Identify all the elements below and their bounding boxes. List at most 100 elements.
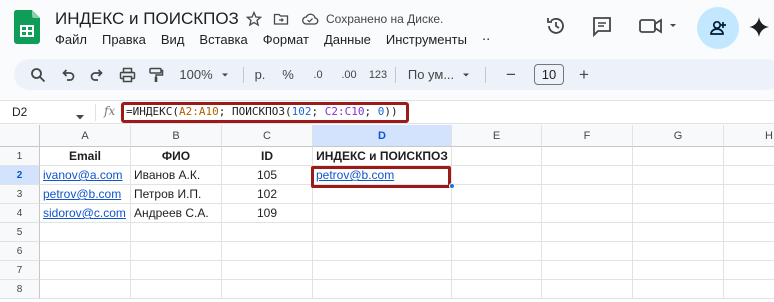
cell-h5[interactable] xyxy=(724,223,774,242)
cell-c8[interactable] xyxy=(222,280,313,299)
cell-b3[interactable]: Петров И.П. xyxy=(131,185,222,204)
cell-a1[interactable]: Email xyxy=(40,147,131,166)
column-header-b[interactable]: B xyxy=(131,125,222,147)
cell-g7[interactable] xyxy=(633,261,724,280)
name-box[interactable]: D2 xyxy=(12,105,27,119)
increase-font-size-button[interactable]: + xyxy=(574,59,594,90)
star-icon[interactable] xyxy=(245,10,263,27)
cell-a3[interactable]: petrov@b.com xyxy=(40,185,131,204)
decrease-decimals-button[interactable]: .0 xyxy=(306,59,330,90)
cell-d8[interactable] xyxy=(313,280,452,299)
cell-f1[interactable] xyxy=(542,147,633,166)
search-menus-icon[interactable] xyxy=(28,59,48,90)
column-header-g[interactable]: G xyxy=(633,125,724,147)
column-header-c[interactable]: C xyxy=(222,125,313,147)
cell-a8[interactable] xyxy=(40,280,131,299)
cell-g3[interactable] xyxy=(633,185,724,204)
gemini-sparkle-icon[interactable] xyxy=(747,15,771,39)
cell-e2[interactable] xyxy=(452,166,542,185)
history-icon[interactable] xyxy=(541,11,571,41)
fill-handle[interactable] xyxy=(449,183,455,189)
cell-d7[interactable] xyxy=(313,261,452,280)
meet-icon[interactable] xyxy=(633,11,681,41)
formula-input[interactable]: =ИНДЕКС(A2:A10; ПОИСКПОЗ(102; C2:C10; 0)… xyxy=(126,105,398,118)
currency-button[interactable]: р. xyxy=(251,59,269,90)
cell-e7[interactable] xyxy=(452,261,542,280)
menu-view[interactable]: Вид xyxy=(161,32,185,48)
cell-c6[interactable] xyxy=(222,242,313,261)
number-format-button[interactable]: 123 xyxy=(366,59,390,90)
cell-f2[interactable] xyxy=(542,166,633,185)
cell-f8[interactable] xyxy=(542,280,633,299)
redo-icon[interactable] xyxy=(87,59,107,90)
cell-e5[interactable] xyxy=(452,223,542,242)
column-header-e[interactable]: E xyxy=(452,125,542,147)
cell-d5[interactable] xyxy=(313,223,452,242)
decrease-font-size-button[interactable]: − xyxy=(499,59,523,90)
comments-icon[interactable] xyxy=(587,11,617,41)
select-all-corner[interactable] xyxy=(0,125,40,147)
cell-d6[interactable] xyxy=(313,242,452,261)
cell-b2[interactable]: Иванов А.К. xyxy=(131,166,222,185)
menu-file[interactable]: Файл xyxy=(55,32,87,48)
menu-more[interactable]: ⋅⋅ xyxy=(482,32,490,48)
cell-c2[interactable]: 105 xyxy=(222,166,313,185)
cell-a7[interactable] xyxy=(40,261,131,280)
cell-b5[interactable] xyxy=(131,223,222,242)
cell-g2[interactable] xyxy=(633,166,724,185)
move-folder-icon[interactable] xyxy=(273,11,289,27)
row-header-7[interactable]: 7 xyxy=(0,261,40,280)
cell-e3[interactable] xyxy=(452,185,542,204)
cell-d1[interactable]: ИНДЕКС и ПОИСКПОЗ xyxy=(313,147,452,166)
cloud-saved-icon[interactable] xyxy=(301,11,319,27)
cell-f5[interactable] xyxy=(542,223,633,242)
document-title[interactable]: ИНДЕКС и ПОИСКПОЗ xyxy=(55,9,239,29)
column-header-f[interactable]: F xyxy=(542,125,633,147)
cell-e4[interactable] xyxy=(452,204,542,223)
row-header-6[interactable]: 6 xyxy=(0,242,40,261)
cell-h8[interactable] xyxy=(724,280,774,299)
menu-format[interactable]: Формат xyxy=(263,32,309,48)
row-header-5[interactable]: 5 xyxy=(0,223,40,242)
cell-a5[interactable] xyxy=(40,223,131,242)
menu-edit[interactable]: Правка xyxy=(102,32,146,48)
share-button[interactable] xyxy=(697,7,739,49)
cell-c3[interactable]: 102 xyxy=(222,185,313,204)
row-header-2[interactable]: 2 xyxy=(0,166,40,185)
cell-c5[interactable] xyxy=(222,223,313,242)
row-header-8[interactable]: 8 xyxy=(0,280,40,299)
sheets-logo-icon[interactable] xyxy=(13,10,41,44)
cell-h6[interactable] xyxy=(724,242,774,261)
menu-data[interactable]: Данные xyxy=(324,32,371,48)
cell-d4[interactable] xyxy=(313,204,452,223)
cell-g4[interactable] xyxy=(633,204,724,223)
cell-b6[interactable] xyxy=(131,242,222,261)
column-header-h[interactable]: H xyxy=(724,125,774,147)
cell-f6[interactable] xyxy=(542,242,633,261)
cell-g8[interactable] xyxy=(633,280,724,299)
cell-a2[interactable]: ivanov@a.com xyxy=(40,166,131,185)
font-size-input[interactable]: 10 xyxy=(534,64,564,85)
cell-h3[interactable] xyxy=(724,185,774,204)
cell-g1[interactable] xyxy=(633,147,724,166)
cell-c4[interactable]: 109 xyxy=(222,204,313,223)
zoom-select[interactable]: 100% xyxy=(174,59,236,90)
menu-insert[interactable]: Вставка xyxy=(199,32,247,48)
row-header-4[interactable]: 4 xyxy=(0,204,40,223)
cell-h1[interactable] xyxy=(724,147,774,166)
paint-format-icon[interactable] xyxy=(145,59,167,90)
cell-f3[interactable] xyxy=(542,185,633,204)
percent-button[interactable]: % xyxy=(279,59,297,90)
column-header-a[interactable]: A xyxy=(40,125,131,147)
increase-decimals-button[interactable]: .00 xyxy=(335,59,363,90)
row-header-1[interactable]: 1 xyxy=(0,147,40,166)
cell-h7[interactable] xyxy=(724,261,774,280)
cell-h4[interactable] xyxy=(724,204,774,223)
cell-h2[interactable] xyxy=(724,166,774,185)
cell-f4[interactable] xyxy=(542,204,633,223)
cell-f7[interactable] xyxy=(542,261,633,280)
font-select[interactable]: По ум... xyxy=(402,59,478,90)
cell-e1[interactable] xyxy=(452,147,542,166)
cell-b1[interactable]: ФИО xyxy=(131,147,222,166)
column-header-d[interactable]: D xyxy=(313,125,452,147)
